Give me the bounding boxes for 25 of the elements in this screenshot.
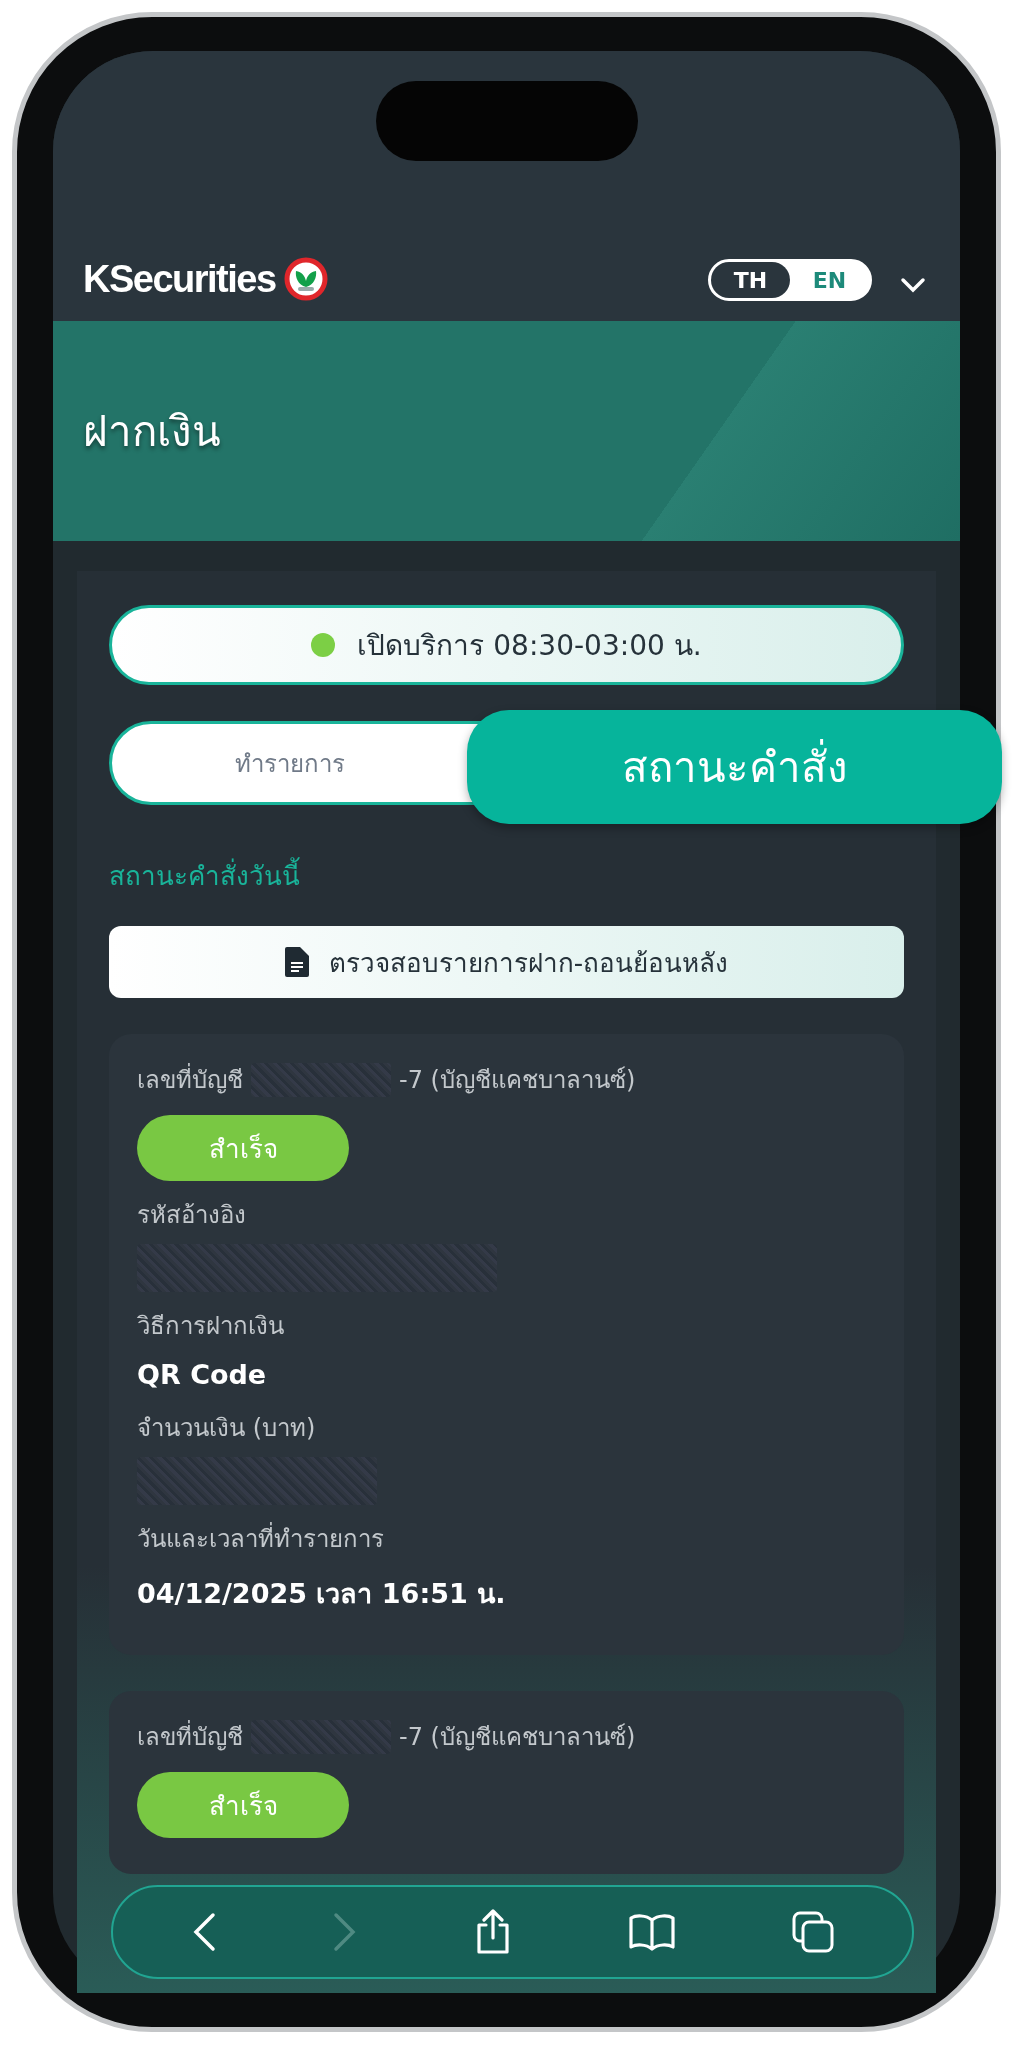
chevron-down-icon[interactable] [900,277,926,293]
field-value: 04/12/2025 เวลา 16:51 น. [137,1577,506,1611]
status-badge: สำเร็จ [137,1115,349,1181]
language-option[interactable]: TH [711,262,790,298]
account-label: เลขที่บัญชี [137,1060,243,1099]
leaf-logo-icon [283,257,328,301]
status-badge: สำเร็จ [137,1772,349,1838]
tab[interactable]: ทำรายการ [112,724,468,802]
field-label: จำนวนเงิน (บาท) [137,1413,316,1444]
account-label: เลขที่บัญชี [137,1717,243,1756]
field-label: วันและเวลาที่ทำรายการ [137,1519,384,1558]
document-icon [284,947,309,977]
field-label: รหัสอ้างอิง [137,1200,246,1231]
field-label: วิธีการฝากเงิน [137,1311,284,1342]
tabs-button[interactable] [790,1910,835,1954]
account-suffix: -7 (บัญชีแคชบาลานซ์) [399,1722,636,1753]
service-hours-text: เปิดบริการ 08:30-03:00 น. [357,628,702,664]
section-title: สถานะคำสั่งวันนี้ [109,855,904,896]
bookmarks-button[interactable] [627,1912,676,1952]
logo-text: KSecurities [83,257,276,301]
account-suffix: -7 (บัญชีแคชบาลานซ์) [399,1065,636,1096]
history-button[interactable]: ตรวจสอบรายการฝาก-ถอนย้อนหลัง [109,926,904,998]
tab[interactable]: สถานะคำสั่ง [467,710,1003,824]
page-title: ฝากเงิน [83,406,221,458]
field-value: QR Code [137,1359,267,1390]
